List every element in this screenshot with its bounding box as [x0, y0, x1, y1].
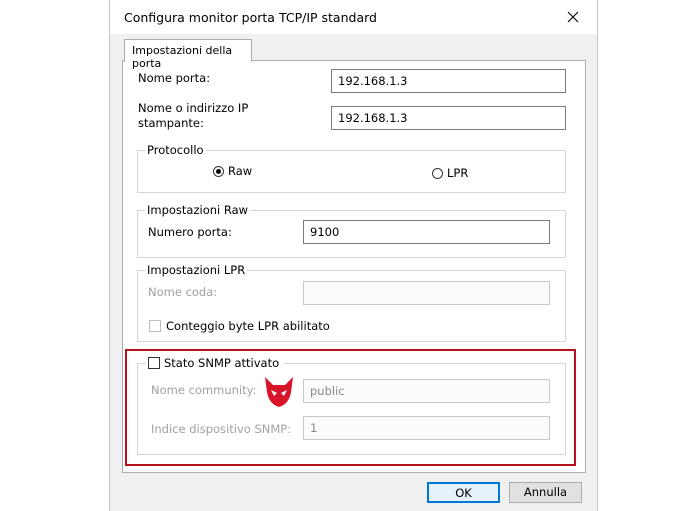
port-number-value: 9100: [310, 225, 340, 239]
port-number-label: Numero porta:: [148, 225, 232, 239]
tab-label: Impostazioni della porta: [132, 44, 233, 70]
printer-ip-label-line2: stampante:: [138, 116, 204, 130]
lpr-settings-legend: Impostazioni LPR: [145, 263, 248, 277]
port-name-value: 192.168.1.3: [338, 74, 408, 88]
protocol-legend: Protocollo: [145, 143, 206, 157]
raw-settings-legend: Impostazioni Raw: [145, 203, 251, 217]
close-button[interactable]: [558, 4, 588, 30]
lpr-byte-count-label: Conteggio byte LPR abilitato: [166, 319, 330, 333]
printer-ip-label-line1: Nome o indirizzo IP: [138, 101, 249, 115]
close-icon: [567, 11, 579, 23]
port-name-input[interactable]: 192.168.1.3: [331, 69, 566, 93]
radio-selected-dot: [216, 169, 221, 174]
window-title: Configura monitor porta TCP/IP standard: [124, 10, 377, 25]
radio-lpr-label: LPR: [447, 166, 469, 180]
radio-raw[interactable]: [213, 166, 224, 177]
port-number-input[interactable]: 9100: [303, 220, 550, 244]
cancel-button[interactable]: Annulla: [509, 482, 582, 503]
queue-name-label: Nome coda:: [148, 285, 218, 299]
port-name-label: Nome porta:: [138, 71, 211, 85]
printer-ip-value: 192.168.1.3: [338, 111, 408, 125]
radio-lpr[interactable]: [432, 168, 443, 179]
radio-raw-label: Raw: [228, 164, 253, 178]
lpr-byte-count-checkbox[interactable]: [149, 320, 161, 332]
tab-port-settings[interactable]: Impostazioni della porta: [124, 39, 252, 70]
printer-ip-input[interactable]: 192.168.1.3: [331, 106, 566, 130]
queue-name-input[interactable]: [303, 281, 550, 305]
ok-button[interactable]: OK: [427, 482, 500, 503]
title-bar: Configura monitor porta TCP/IP standard: [110, 0, 597, 34]
snmp-highlight-box: [125, 349, 576, 466]
